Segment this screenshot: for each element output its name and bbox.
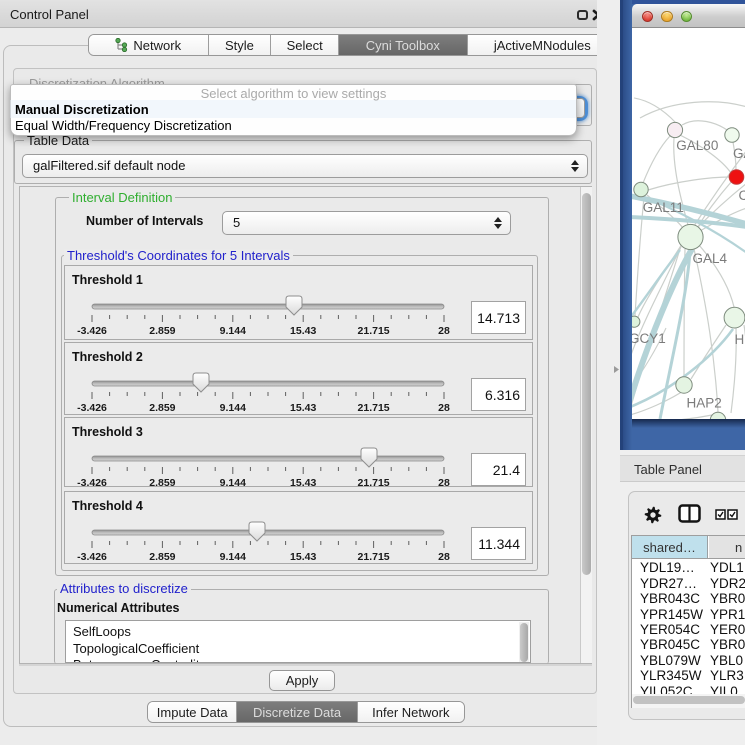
- svg-text:9.144: 9.144: [220, 402, 246, 414]
- svg-text:15.43: 15.43: [290, 402, 316, 414]
- svg-text:21.715: 21.715: [358, 551, 390, 563]
- svg-text:15.43: 15.43: [290, 551, 316, 563]
- svg-text:21.715: 21.715: [358, 325, 390, 337]
- svg-text:2.859: 2.859: [149, 325, 175, 337]
- svg-text:15.43: 15.43: [290, 325, 316, 337]
- svg-text:28: 28: [438, 551, 450, 563]
- svg-text:2.859: 2.859: [149, 477, 175, 486]
- svg-text:GAL80: GAL80: [676, 138, 718, 153]
- svg-text:28: 28: [438, 402, 450, 414]
- svg-text:21.715: 21.715: [358, 402, 390, 414]
- svg-text:C: C: [739, 188, 745, 203]
- svg-text:GCY1: GCY1: [632, 331, 666, 346]
- svg-text:-3.426: -3.426: [77, 551, 107, 563]
- svg-text:GAL11: GAL11: [643, 200, 684, 215]
- svg-text:-3.426: -3.426: [77, 477, 107, 486]
- svg-text:HAP2: HAP2: [687, 396, 722, 411]
- svg-text:21.715: 21.715: [358, 477, 390, 486]
- svg-text:GA: GA: [733, 146, 745, 161]
- svg-text:9.144: 9.144: [220, 325, 246, 337]
- svg-text:15.43: 15.43: [290, 477, 316, 486]
- svg-text:GAL4: GAL4: [693, 251, 728, 266]
- svg-text:2.859: 2.859: [149, 402, 175, 414]
- svg-text:28: 28: [438, 477, 450, 486]
- svg-text:-3.426: -3.426: [77, 325, 107, 337]
- svg-text:9.144: 9.144: [220, 551, 246, 563]
- svg-text:28: 28: [438, 325, 450, 337]
- svg-text:-3.426: -3.426: [77, 402, 107, 414]
- svg-text:H: H: [735, 332, 745, 347]
- svg-text:9.144: 9.144: [220, 477, 246, 486]
- svg-text:2.859: 2.859: [149, 551, 175, 563]
